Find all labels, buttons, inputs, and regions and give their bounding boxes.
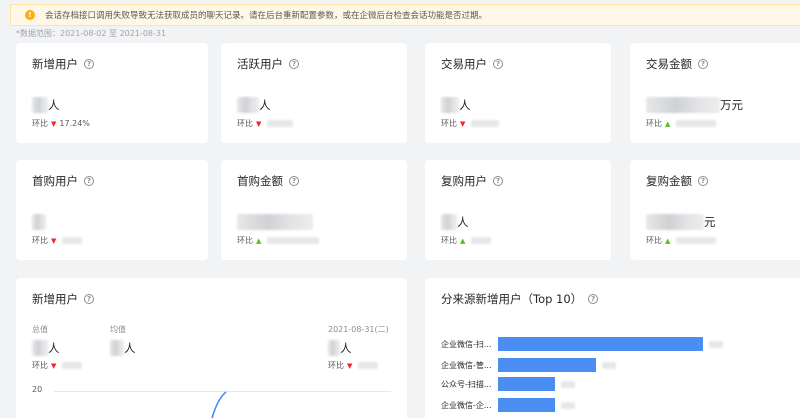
stat-card-trade-amount: 交易金额? 万元 环比 ▲ <box>630 43 800 143</box>
help-icon[interactable]: ? <box>698 176 708 186</box>
trend-down-icon: ▼ <box>51 236 57 245</box>
source-bar[interactable] <box>498 337 703 351</box>
stat-value <box>32 212 46 232</box>
date-metric: 2021-08-31(二) 人 环比 ▼ <box>328 325 389 370</box>
card-title: 活跃用户 <box>237 57 283 71</box>
stat-card-active-users: 活跃用户? 人 环比 ▼ <box>221 43 407 143</box>
trend-down-icon: ▼ <box>256 119 262 128</box>
trend-up-icon: ▲ <box>256 236 262 245</box>
stat-card-trade-users: 交易用户? 人 环比 ▼ <box>425 43 611 143</box>
trend-down-icon: ▼ <box>460 119 466 128</box>
trend-down-icon: ▼ <box>51 361 57 370</box>
stat-value: 人 <box>441 212 469 232</box>
date-range: *数据范围：2021-08-02 至 2021-08-31 <box>16 29 167 38</box>
stat-value: 人 <box>32 95 60 115</box>
help-icon[interactable]: ? <box>289 176 299 186</box>
source-bar[interactable] <box>498 377 555 391</box>
source-bar-row: 企业微信-扫... <box>441 337 723 351</box>
source-bar-label: 企业微信-扫... <box>441 339 492 349</box>
source-bar-row: 公众号-扫描... <box>441 377 575 391</box>
ratio-row: 环比 ▲ <box>237 235 320 246</box>
warning-icon: ! <box>25 10 35 20</box>
total-metric: 总值 人 环比 ▼ <box>32 324 83 371</box>
source-top10-card: 分来源新增用户（Top 10）? 企业微信-扫... 企业微信-管... 公众号-扫… <box>425 278 800 418</box>
source-bar-label: 企业微信-企... <box>441 400 492 410</box>
stat-value: 人 <box>441 95 471 115</box>
source-bar-label: 企业微信-管... <box>441 360 492 370</box>
ratio-row: 环比 ▼ <box>441 118 500 129</box>
card-title: 交易用户 <box>441 57 487 71</box>
card-title: 复购用户 <box>441 174 487 188</box>
source-bar[interactable] <box>498 398 555 412</box>
ratio-row: 环比 ▲ <box>646 235 717 246</box>
trend-up-icon: ▲ <box>460 236 466 245</box>
trend-line <box>211 391 227 418</box>
ratio-row: 环比 ▼ 17.24% <box>32 119 90 128</box>
stat-value: 元 <box>646 212 716 232</box>
y-axis-tick: 20 <box>32 385 43 394</box>
ratio-value: 17.24% <box>59 119 90 128</box>
card-title: 交易金额 <box>646 57 692 71</box>
error-alert: ! 会话存档接口调用失败导致无法获取成员的聊天记录。请在后台重新配置参数，或在企… <box>10 4 800 26</box>
card-title: 新增用户 <box>32 57 78 71</box>
help-icon[interactable]: ? <box>84 59 94 69</box>
stat-value <box>237 212 313 232</box>
stat-value: 万元 <box>646 95 743 115</box>
help-icon[interactable]: ? <box>493 176 503 186</box>
help-icon[interactable]: ? <box>588 294 599 304</box>
source-bar-value <box>602 361 616 369</box>
card-title: 新增用户 <box>32 292 78 306</box>
ratio-row: 环比 ▼ <box>32 235 83 246</box>
help-icon[interactable]: ? <box>289 59 299 69</box>
source-bar-row: 企业微信-企... <box>441 398 575 412</box>
new-users-trend-card: 新增用户? 总值 人 环比 ▼ 均值 人 2021-08-31(二) 人 环比 ▼ … <box>16 278 407 418</box>
trend-down-icon: ▼ <box>347 361 353 370</box>
trend-down-icon: ▼ <box>51 119 57 128</box>
source-bar-value <box>709 340 723 348</box>
card-title: 分来源新增用户（Top 10） <box>441 292 583 306</box>
card-title: 首购用户 <box>32 174 78 188</box>
stat-card-repurchase-amount: 复购金额? 元 环比 ▲ <box>630 160 800 260</box>
stat-card-first-purchase-users: 首购用户? 环比 ▼ <box>16 160 208 260</box>
source-bar[interactable] <box>498 358 596 372</box>
ratio-row: 环比 ▲ <box>646 118 717 129</box>
help-icon[interactable]: ? <box>84 294 94 304</box>
card-title: 复购金额 <box>646 174 692 188</box>
source-bar-value <box>561 401 575 409</box>
help-icon[interactable]: ? <box>84 176 94 186</box>
stat-value: 人 <box>237 95 271 115</box>
source-bar-label: 公众号-扫描... <box>441 379 492 389</box>
help-icon[interactable]: ? <box>698 59 708 69</box>
help-icon[interactable]: ? <box>493 59 503 69</box>
source-bar-row: 企业微信-管... <box>441 358 616 372</box>
stat-card-repurchase-users: 复购用户? 人 环比 ▲ <box>425 160 611 260</box>
source-bar-value <box>561 380 575 388</box>
ratio-row: 环比 ▼ <box>237 118 294 129</box>
alert-text: 会话存档接口调用失败导致无法获取成员的聊天记录。请在后台重新配置参数，或在企微后… <box>45 11 488 21</box>
ratio-row: 环比 ▲ <box>441 235 492 246</box>
trend-up-icon: ▲ <box>665 236 671 245</box>
stat-card-new-users: 新增用户? 人 环比 ▼ 17.24% <box>16 43 208 143</box>
stat-card-first-purchase-amount: 首购金额? 环比 ▲ <box>221 160 407 260</box>
trend-up-icon: ▲ <box>665 119 671 128</box>
avg-metric: 均值 人 <box>110 325 136 356</box>
card-title: 首购金额 <box>237 174 283 188</box>
